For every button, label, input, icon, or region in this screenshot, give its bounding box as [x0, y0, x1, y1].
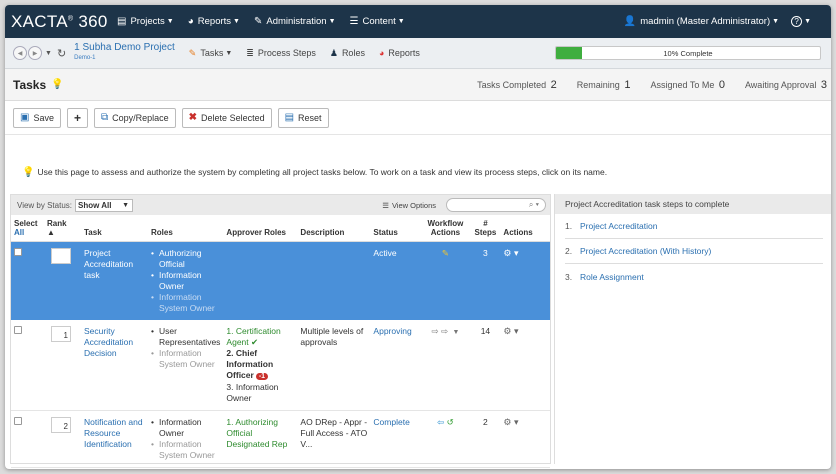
- tasks-table: Select All Rank ▲ Task Roles Approver Role…: [11, 215, 550, 468]
- add-button[interactable]: +: [66, 107, 88, 128]
- user-icon: 👤: [623, 16, 637, 27]
- task-toolbar: ▣ Save + ⧉ Copy/Replace ✖ Delete Selected ▤…: [5, 101, 831, 135]
- app-window: XACTA® 360 ▤ Projects ▼ ◕ Reports ▼ ✎ Adminis…: [5, 5, 831, 469]
- task-steps-title: Project Accreditation task steps to comp…: [555, 194, 831, 214]
- forward-button[interactable]: ▶: [28, 46, 42, 60]
- status-link[interactable]: Approving: [373, 326, 411, 336]
- history-dropdown[interactable]: ▼: [45, 50, 52, 57]
- table-row[interactable]: Project Accreditation task Authorizing O…: [11, 241, 550, 320]
- page-title: Tasks: [13, 77, 47, 92]
- help-icon: ?: [791, 16, 803, 27]
- save-button[interactable]: ▣ Save: [13, 107, 61, 128]
- table-row[interactable]: 2 Notification and Resource Identificati…: [11, 410, 550, 468]
- save-icon: ▣: [20, 112, 30, 123]
- progress-label: 10% Complete: [663, 49, 713, 58]
- rank-input[interactable]: 2: [51, 417, 71, 433]
- project-subnav: ◀ ▶ ▼ ↻ 1 Subha Demo Project Demo-1 ✎ Task…: [5, 38, 831, 69]
- user-menu[interactable]: 👤 madmin (Master Administrator) ▼: [624, 16, 779, 27]
- gear-icon[interactable]: ⚙ ▾: [503, 248, 518, 258]
- projects-icon: ▤: [117, 16, 127, 27]
- delete-selected-button[interactable]: ✖ Delete Selected: [181, 107, 272, 128]
- top-navbar: XACTA® 360 ▤ Projects ▼ ◕ Reports ▼ ✎ Adminis…: [5, 5, 831, 38]
- arrow-right-icon[interactable]: ⇨: [431, 326, 438, 336]
- user-icon: ♟: [329, 47, 338, 58]
- database-icon: ☰: [349, 16, 359, 27]
- task-steps-panel: Project Accreditation task steps to comp…: [554, 194, 831, 464]
- project-link[interactable]: 1 Subha Demo Project Demo-1: [74, 43, 175, 63]
- rank-input[interactable]: 1: [51, 326, 71, 342]
- nav-content[interactable]: ☰ Content ▼: [350, 16, 405, 27]
- subnav-reports[interactable]: ◕ Reports: [379, 48, 420, 58]
- page-header: Tasks 💡 Tasks Completed 2 Remaining 1 As…: [5, 69, 831, 101]
- refresh-icon[interactable]: ↻: [57, 47, 66, 60]
- row-checkbox[interactable]: [14, 326, 22, 334]
- pie-chart-icon: ◕: [378, 48, 385, 58]
- subnav-tasks[interactable]: ✎ Tasks ▼: [189, 48, 233, 59]
- brand-logo[interactable]: XACTA® 360: [5, 12, 117, 32]
- subnav-roles[interactable]: ♟ Roles: [330, 48, 365, 59]
- row-checkbox[interactable]: [14, 417, 22, 425]
- nav-administration[interactable]: ✎ Administration ▼: [254, 16, 336, 27]
- gear-icon[interactable]: ⚙ ▾: [503, 417, 518, 427]
- table-row[interactable]: 1 Security Accreditation Decision User R…: [11, 320, 550, 411]
- gear-icon[interactable]: ⚙ ▾: [503, 326, 518, 336]
- task-link[interactable]: Notification and Resource Identification: [84, 417, 143, 449]
- subnav-process-steps[interactable]: ≣ Process Steps: [246, 48, 316, 59]
- reset-icon: ▤: [284, 112, 295, 123]
- task-stats: Tasks Completed 2 Remaining 1 Assigned T…: [477, 78, 827, 91]
- list-icon: ≣: [246, 47, 254, 58]
- undo-icon[interactable]: ↺: [447, 417, 454, 427]
- step-item[interactable]: 1. Project Accreditation: [565, 214, 823, 239]
- back-button[interactable]: ◀: [13, 46, 27, 60]
- arrow-left-icon[interactable]: ⇦: [437, 417, 444, 427]
- rejection-badge: -1: [255, 373, 269, 380]
- nav-reports[interactable]: ◕ Reports ▼: [188, 16, 240, 27]
- select-all-link[interactable]: All: [14, 228, 24, 237]
- step-item[interactable]: 2. Project Accreditation (With History): [565, 239, 823, 264]
- wrench-icon: ✎: [253, 16, 263, 27]
- tasks-panel: View by Status: Show All ▼ ☰ View Options …: [10, 194, 551, 468]
- help-menu[interactable]: ? ▼: [791, 16, 811, 27]
- list-icon: ☰: [382, 200, 389, 210]
- filter-bar: View by Status: Show All ▼ ☰ View Options …: [11, 195, 550, 215]
- reset-button[interactable]: ▤ Reset: [277, 107, 329, 128]
- lightbulb-icon: 💡: [22, 167, 35, 178]
- status-filter-select[interactable]: Show All ▼: [75, 198, 133, 212]
- row-checkbox[interactable]: [14, 248, 22, 256]
- rank-input[interactable]: [51, 248, 71, 264]
- reports-icon: ◕: [187, 16, 194, 27]
- task-link[interactable]: Security Accreditation Decision: [84, 326, 133, 358]
- view-options-button[interactable]: ☰ View Options: [382, 201, 436, 210]
- nav-projects[interactable]: ▤ Projects ▼: [117, 16, 174, 27]
- copy-icon: ⧉: [100, 112, 109, 123]
- search-icon: ⌕ ▾: [528, 200, 539, 209]
- status-link[interactable]: Complete: [373, 417, 409, 427]
- rank-header[interactable]: Rank ▲: [44, 215, 81, 242]
- search-input[interactable]: ⌕ ▾: [446, 198, 546, 212]
- delete-icon: ✖: [188, 112, 198, 123]
- lightbulb-icon[interactable]: 💡: [51, 79, 63, 90]
- task-link[interactable]: Project Accreditation task: [84, 248, 133, 280]
- tasks-icon: ✎: [188, 47, 197, 58]
- arrow-right-icon[interactable]: ⇨: [441, 326, 448, 336]
- copy-replace-button[interactable]: ⧉ Copy/Replace: [93, 107, 176, 128]
- step-item[interactable]: 3. Role Assignment: [565, 264, 823, 289]
- project-progress-bar: 10% Complete: [555, 46, 821, 60]
- edit-note-icon[interactable]: ✎: [442, 248, 449, 258]
